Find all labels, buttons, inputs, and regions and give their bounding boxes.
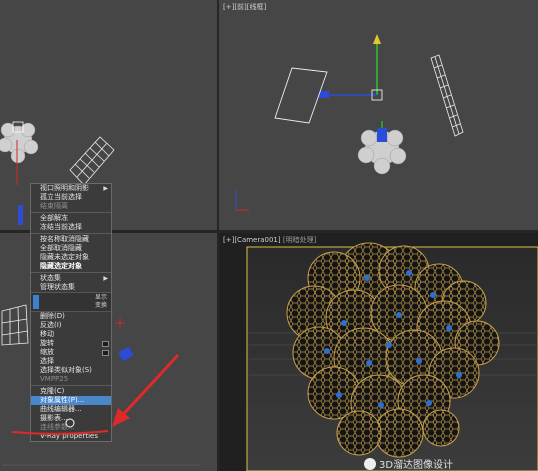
menu-separator xyxy=(31,385,111,386)
menu-item[interactable]: 选择类似对象(S) xyxy=(31,366,111,375)
transform-gizmo xyxy=(319,34,383,101)
menu-item-label: 结束隔离 xyxy=(40,202,68,210)
menu-item[interactable]: 孤立当前选择 xyxy=(31,193,111,202)
grid-panel-object-left xyxy=(1,304,29,346)
menu-item-label: 连线参数... xyxy=(40,423,75,431)
menu-item[interactable]: 隐藏未选定对象 xyxy=(31,253,111,262)
watermark-text: 3D溜达图像设计 xyxy=(379,460,454,471)
menu-item-label: 移动 xyxy=(40,330,54,338)
menu-item-label: 克隆(C) xyxy=(40,387,65,395)
menu-item[interactable]: 删除(D) xyxy=(31,312,111,321)
menu-item-label: 旋转 xyxy=(40,339,54,347)
menu-item-label: 摄影表... xyxy=(40,414,68,422)
menu-item: 连线参数... xyxy=(31,423,111,432)
menu-item[interactable]: 对象属性(P)... xyxy=(31,396,111,405)
menu-item-label: 对象属性(P)... xyxy=(40,396,85,404)
menu-item[interactable]: V-Ray properties xyxy=(31,432,111,441)
submenu-arrow-icon: ▶ xyxy=(103,185,108,192)
quad-context-menu: 视口照明和阴影 ▶ 孤立当前选择 结束隔离全部解冻 冻结当前选择 按名称取消隐藏 全部取消隐… xyxy=(30,183,112,442)
menu-item[interactable]: 摄影表... xyxy=(31,414,111,423)
viewport-front[interactable]: [+][前][线框] xyxy=(219,0,538,230)
front-scene xyxy=(235,34,464,211)
menu-item[interactable]: 曲线编辑器... xyxy=(31,405,111,414)
menu-item[interactable]: 选择 xyxy=(31,357,111,366)
menu-item[interactable]: 克隆(C) xyxy=(31,387,111,396)
menu-item-label: 状态集 xyxy=(40,274,61,282)
menu-separator xyxy=(31,233,111,234)
camera-scene xyxy=(246,242,538,471)
axis-tripod xyxy=(235,190,249,211)
menu-item[interactable]: 冻结当前选择 xyxy=(31,223,111,232)
menu-item-label: 冻结当前选择 xyxy=(40,223,82,231)
quad-selector[interactable] xyxy=(33,295,39,309)
menu-item: VMPP25 xyxy=(31,375,111,384)
menu-item-label: 隐藏选定对象 xyxy=(40,262,82,270)
menu-item[interactable]: 旋转 xyxy=(31,339,111,348)
menu-item-label: 选择 xyxy=(40,357,54,365)
cloud-object xyxy=(0,122,39,164)
menu-item-label: 按名称取消隐藏 xyxy=(40,235,89,243)
menu-item[interactable]: 按名称取消隐藏 xyxy=(31,235,111,244)
menu-item[interactable]: 视口照明和阴影 ▶ xyxy=(31,184,111,193)
menu-item[interactable]: 缩放 xyxy=(31,348,111,357)
menu-upper-section: 视口照明和阴影 ▶ 孤立当前选择 结束隔离全部解冻 冻结当前选择 按名称取消隐藏 全部取消隐… xyxy=(31,184,111,292)
quad-label-transform: 变换 xyxy=(94,302,107,309)
menu-item[interactable]: 状态集 ▶ xyxy=(31,274,111,283)
menu-item[interactable]: 全部解冻 xyxy=(31,214,111,223)
menu-item[interactable]: 管理状态集 xyxy=(31,283,111,292)
menu-item-label: 全部取消隐藏 xyxy=(40,244,82,252)
menu-item-label: 选择类似对象(S) xyxy=(40,366,92,374)
menu-item-label: 曲线编辑器... xyxy=(40,405,82,413)
options-box-icon[interactable] xyxy=(102,350,109,356)
options-box-icon[interactable] xyxy=(102,341,109,347)
menu-item-label: 视口照明和阴影 xyxy=(40,184,89,192)
menu-item[interactable]: 隐藏选定对象 xyxy=(31,262,111,271)
menu-item-label: V-Ray properties xyxy=(40,432,98,440)
watermark: 3D溜达图像设计 xyxy=(364,456,538,471)
menu-separator xyxy=(31,212,111,213)
wechat-icon xyxy=(364,458,376,470)
quad-divider: 显示 变换 xyxy=(31,292,111,312)
menu-lower-section: 删除(D) 反选(I) 移动 旋转 缩放 选择 选择类似对象(S) VMPP25 克隆(C) 对象… xyxy=(31,312,111,441)
menu-item: 结束隔离 xyxy=(31,202,111,211)
menu-item-label: VMPP25 xyxy=(40,375,69,383)
menu-item-label: 管理状态集 xyxy=(40,283,75,291)
menu-item-label: 反选(I) xyxy=(40,321,62,329)
submenu-arrow-icon: ▶ xyxy=(103,275,108,282)
menu-item-label: 删除(D) xyxy=(40,312,65,320)
menu-item[interactable]: 移动 xyxy=(31,330,111,339)
menu-item[interactable]: 反选(I) xyxy=(31,321,111,330)
grid-panel-object xyxy=(69,136,115,186)
grid-panel-object-front xyxy=(430,54,464,137)
menu-item-label: 隐藏未选定对象 xyxy=(40,253,89,261)
menu-separator xyxy=(31,272,111,273)
menu-item-label: 缩放 xyxy=(40,348,54,356)
quad-label-display: 显示 xyxy=(94,294,107,301)
menu-item-label: 全部解冻 xyxy=(40,214,68,222)
menu-item[interactable]: 全部取消隐藏 xyxy=(31,244,111,253)
viewport-camera[interactable]: [+][Camera001] [明暗处理] xyxy=(219,233,538,471)
menu-item-label: 孤立当前选择 xyxy=(40,193,82,201)
